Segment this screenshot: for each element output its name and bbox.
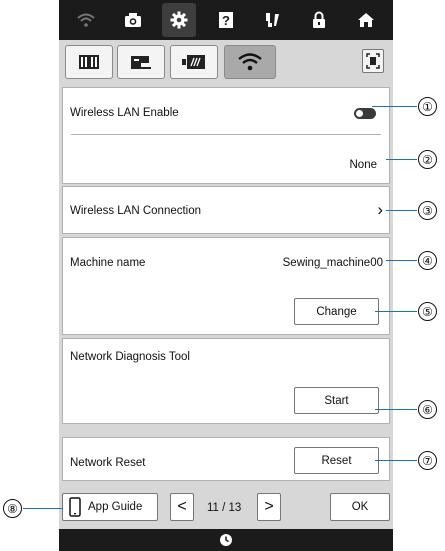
divider	[71, 134, 381, 135]
network-status-value: None	[349, 159, 378, 171]
settings-tab-row	[59, 40, 393, 85]
ok-button[interactable]: OK	[330, 493, 390, 521]
full-screen-button[interactable]	[362, 49, 384, 73]
machine-name-card: Machine name Sewing_machine00 Change	[62, 237, 390, 335]
reset-button[interactable]: Reset	[294, 447, 379, 474]
settings-screen: Wireless LAN Enable None Wireless LAN Co…	[59, 40, 393, 529]
callout-line-5	[375, 311, 417, 312]
app-guide-label: App Guide	[88, 501, 143, 513]
tab-general[interactable]	[65, 45, 113, 79]
callout-5: ⑤	[418, 302, 437, 321]
callout-line-6	[375, 409, 417, 410]
callout-line-8	[23, 508, 63, 509]
wireless-lan-connection-label: Wireless LAN Connection	[70, 205, 202, 217]
wifi-status-button[interactable]	[69, 3, 103, 37]
home-icon	[357, 13, 374, 27]
callout-line-1	[372, 106, 417, 107]
clock-icon	[220, 534, 232, 546]
change-button[interactable]: Change	[294, 298, 379, 325]
lock-icon	[313, 11, 326, 28]
phone-icon	[69, 497, 81, 517]
callout-4: ④	[418, 251, 437, 270]
previous-page-button[interactable]: <	[170, 493, 194, 521]
tab-embroidery[interactable]	[170, 45, 218, 79]
camera-button[interactable]	[116, 3, 150, 37]
callout-7: ⑦	[418, 451, 437, 470]
callout-line-7	[375, 460, 417, 461]
help-icon: ?	[218, 12, 233, 28]
page-indicator: 11 / 13	[207, 502, 242, 514]
start-button[interactable]: Start	[294, 387, 379, 414]
callout-3: ③	[418, 201, 437, 220]
bottom-navigation-bar: App Guide < 11 / 13 > OK	[59, 485, 393, 529]
callout-line-2	[386, 159, 417, 160]
book-icon	[79, 55, 99, 69]
settings-button[interactable]	[162, 3, 197, 37]
app-guide-button[interactable]: App Guide	[62, 493, 158, 521]
callout-6: ⑥	[418, 400, 437, 419]
fit-frame-icon	[366, 53, 380, 69]
chevron-right-icon: ›	[377, 200, 383, 219]
network-diagnosis-card: Network Diagnosis Tool Start	[62, 338, 390, 424]
network-reset-label: Network Reset	[70, 457, 146, 469]
camera-icon	[124, 13, 141, 27]
embroidery-frame-icon	[182, 55, 205, 69]
help-button[interactable]: ?	[209, 3, 243, 37]
callout-line-4	[386, 260, 417, 261]
wireless-lan-enable-label: Wireless LAN Enable	[70, 107, 179, 119]
tab-wireless[interactable]	[224, 45, 276, 79]
next-page-button[interactable]: >	[257, 493, 281, 521]
wifi-icon	[77, 13, 95, 27]
callout-2: ②	[418, 150, 437, 169]
network-reset-card: Network Reset Reset	[62, 437, 390, 481]
needle-icon	[265, 13, 279, 27]
svg-text:?: ?	[222, 13, 230, 28]
home-button[interactable]	[349, 3, 383, 37]
machine-name-label: Machine name	[70, 257, 146, 269]
network-diagnosis-label: Network Diagnosis Tool	[70, 351, 190, 363]
callout-1: ①	[418, 97, 437, 116]
machine-icon	[131, 56, 151, 69]
needle-button[interactable]	[256, 3, 290, 37]
wireless-lan-toggle[interactable]	[354, 108, 376, 119]
footer-bar	[59, 529, 393, 551]
callout-8: ⑧	[3, 499, 22, 518]
gear-icon	[170, 11, 188, 29]
wifi-icon	[238, 53, 262, 71]
top-toolbar: ?	[59, 0, 393, 40]
callout-line-3	[386, 210, 417, 211]
tab-sewing[interactable]	[117, 45, 165, 79]
machine-name-value: Sewing_machine00	[282, 257, 383, 269]
lock-button[interactable]	[302, 3, 336, 37]
wireless-lan-connection-row[interactable]: Wireless LAN Connection ›	[62, 186, 390, 234]
wireless-lan-enable-card: Wireless LAN Enable None	[62, 87, 390, 184]
